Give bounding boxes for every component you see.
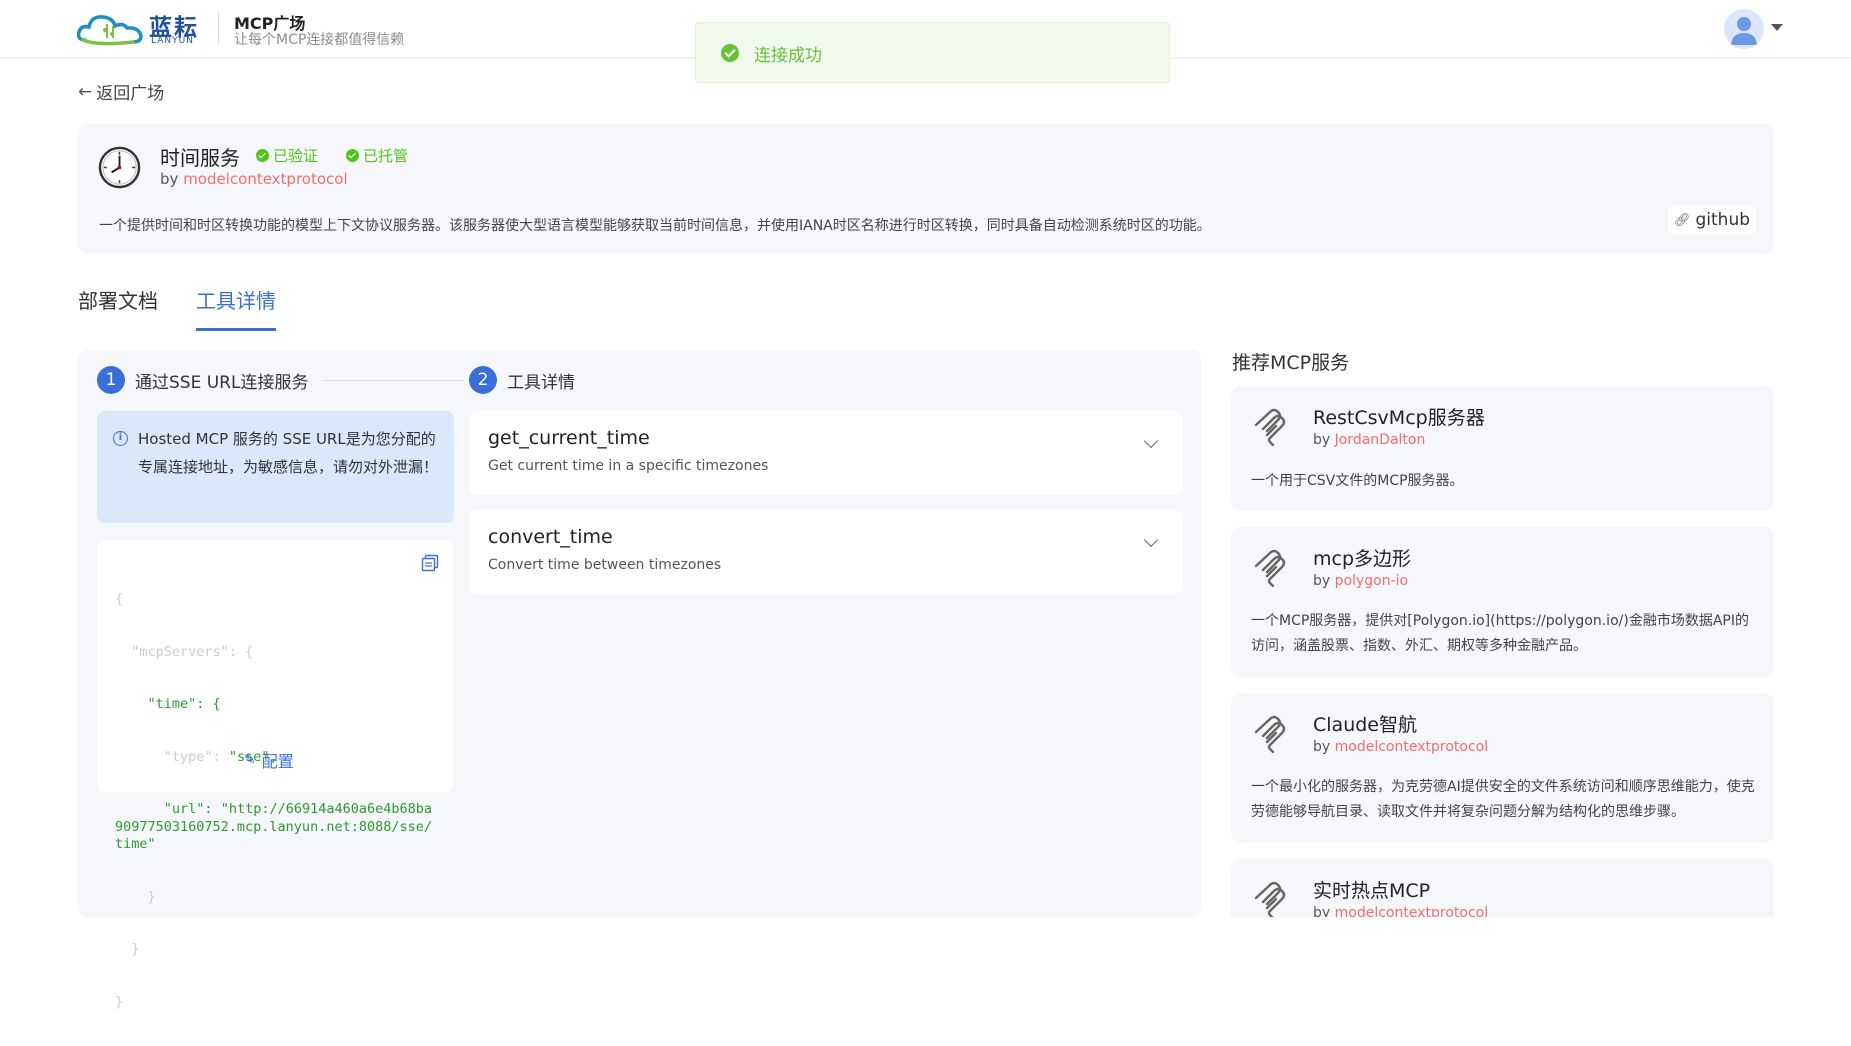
main-panel: 1 通过SSE URL连接服务 2 工具详情 i Hosted MCP 服务的 … — [78, 350, 1201, 1010]
cloud-logo-icon — [77, 15, 143, 46]
by-prefix: by — [1313, 739, 1331, 755]
user-icon — [1731, 17, 1757, 45]
step-2-number: 2 — [469, 366, 497, 394]
by-prefix: by — [160, 170, 179, 188]
tool-description: Get current time in a specific timezones — [488, 458, 769, 474]
chevron-down-icon[interactable] — [1143, 433, 1159, 449]
recommended-card[interactable]: mcp多边形 by polygon-io 一个MCP服务器，提供对[Polygo… — [1231, 527, 1774, 677]
code-line: } — [115, 888, 156, 905]
verified-badge-label: 已验证 — [273, 146, 319, 165]
step-2: 2 工具详情 — [469, 366, 575, 394]
tool-item-convert-time[interactable]: convert_time Convert time between timezo… — [469, 510, 1183, 594]
recommended-name: mcp多边形 — [1313, 548, 1412, 570]
recommended-name: 实时热点MCP — [1313, 880, 1431, 902]
hosted-badge: 已托管 — [346, 144, 408, 166]
user-avatar[interactable] — [1724, 9, 1764, 49]
step-2-label: 工具详情 — [507, 372, 575, 393]
config-button[interactable]: ✎ 配置 — [244, 748, 294, 772]
step-connector-line — [324, 380, 464, 381]
caret-down-icon[interactable] — [1771, 24, 1783, 31]
chevron-down-icon[interactable] — [1143, 532, 1159, 548]
arrow-left-icon: ← — [78, 81, 93, 102]
github-button[interactable]: 🔗︎ github — [1668, 206, 1756, 234]
service-description: 一个提供时间和时区转换功能的模型上下文协议服务器。该服务器使大型语言模型能够获取… — [99, 218, 1211, 234]
github-label: github — [1695, 210, 1751, 230]
back-to-square-link[interactable]: ← 返回广场 — [78, 79, 165, 105]
code-line: "url": "http://66914a460a6e4b68ba9097750… — [115, 801, 433, 852]
config-json[interactable]: { "mcpServers": { "time": { "type": "sse… — [115, 556, 440, 1046]
tool-description: Convert time between timezones — [488, 557, 722, 573]
service-by-line: by modelcontextprotocol — [160, 170, 348, 188]
clock-icon — [98, 146, 141, 189]
alert-text: Hosted MCP 服务的 SSE URL是为您分配的专属连接地址，为敏感信息… — [138, 430, 439, 476]
mcp-logo-icon — [1254, 881, 1286, 917]
code-line: } — [115, 993, 124, 1010]
step-1: 1 通过SSE URL连接服务 — [97, 366, 308, 394]
toast-message: 连接成功 — [754, 46, 822, 66]
lanyun-logo[interactable]: 蓝耘 LANYUN — [77, 10, 205, 48]
config-button-label: 配置 — [261, 752, 294, 771]
logo-text-en: LANYUN — [151, 36, 194, 46]
code-line: } — [115, 941, 140, 957]
check-circle-icon — [721, 44, 739, 62]
recommended-description: 一个用于CSV文件的MCP服务器。 — [1251, 473, 1464, 489]
recommended-card[interactable]: 实时热点MCP by modelcontextprotocol — [1231, 859, 1774, 917]
check-circle-icon — [346, 148, 359, 162]
tab-deploy-docs[interactable]: 部署文档 — [78, 285, 158, 314]
recommended-card[interactable]: Claude智航 by modelcontextprotocol 一个最小化的服… — [1231, 693, 1774, 843]
site-subtitle: 让每个MCP连接都值得信赖 — [234, 32, 405, 48]
back-link-label: 返回广场 — [96, 84, 165, 104]
recommended-name: Claude智航 — [1313, 714, 1417, 736]
security-alert: i Hosted MCP 服务的 SSE URL是为您分配的专属连接地址，为敏感… — [97, 411, 454, 523]
code-line: { — [115, 591, 124, 607]
by-prefix: by — [1313, 905, 1331, 917]
recommended-card[interactable]: RestCsvMcp服务器 by JordanDalton 一个用于CSV文件的… — [1231, 386, 1774, 511]
mcp-logo-icon — [1254, 549, 1286, 587]
recommended-author[interactable]: modelcontextprotocol — [1335, 739, 1488, 755]
tool-name: get_current_time — [488, 427, 650, 449]
mcp-logo-icon — [1254, 408, 1286, 446]
verified-badge: 已验证 — [256, 144, 318, 166]
header-divider — [218, 12, 219, 45]
recommended-author[interactable]: polygon-io — [1335, 573, 1408, 589]
link-icon: 🔗︎ — [1673, 212, 1691, 228]
service-info-card: 时间服务 已验证 已托管 by modelcontextprotocol 一个提… — [78, 124, 1774, 254]
recommended-by-line: by polygon-io — [1313, 573, 1408, 589]
step-1-number: 1 — [97, 366, 125, 394]
info-icon: i — [113, 431, 128, 446]
success-toast: 连接成功 — [695, 22, 1170, 83]
by-prefix: by — [1313, 432, 1331, 448]
recommended-author[interactable]: JordanDalton — [1335, 432, 1426, 448]
recommended-description: 一个MCP服务器，提供对[Polygon.io](https://polygon… — [1251, 613, 1749, 654]
service-author-link[interactable]: modelcontextprotocol — [183, 170, 347, 188]
step-1-label: 通过SSE URL连接服务 — [135, 372, 309, 393]
active-tab-indicator — [196, 328, 276, 331]
recommended-by-line: by JordanDalton — [1313, 432, 1425, 448]
tool-name: convert_time — [488, 526, 613, 548]
recommended-by-line: by modelcontextprotocol — [1313, 739, 1488, 755]
config-code-block: { "mcpServers": { "time": { "type": "sse… — [97, 540, 454, 1010]
code-line: "mcpServers": { — [115, 643, 254, 660]
service-name: 时间服务 — [160, 146, 240, 170]
edit-icon: ✎ — [244, 752, 256, 768]
hosted-badge-label: 已托管 — [363, 146, 409, 165]
code-line: "time": { — [115, 696, 221, 712]
recommended-by-line: by modelcontextprotocol — [1313, 905, 1488, 917]
by-prefix: by — [1313, 573, 1331, 589]
recommended-name: RestCsvMcp服务器 — [1313, 407, 1485, 429]
recommended-description: 一个最小化的服务器，为克劳德AI提供安全的文件系统访问和顺序思维能力，使克劳德能… — [1251, 779, 1755, 820]
check-circle-icon — [256, 148, 269, 162]
recommended-author[interactable]: modelcontextprotocol — [1335, 905, 1488, 917]
recommended-title: 推荐MCP服务 — [1232, 352, 1350, 374]
tab-tool-details[interactable]: 工具详情 — [196, 285, 276, 314]
mcp-logo-icon — [1254, 715, 1286, 753]
tool-item-get-current-time[interactable]: get_current_time Get current time in a s… — [469, 411, 1183, 495]
